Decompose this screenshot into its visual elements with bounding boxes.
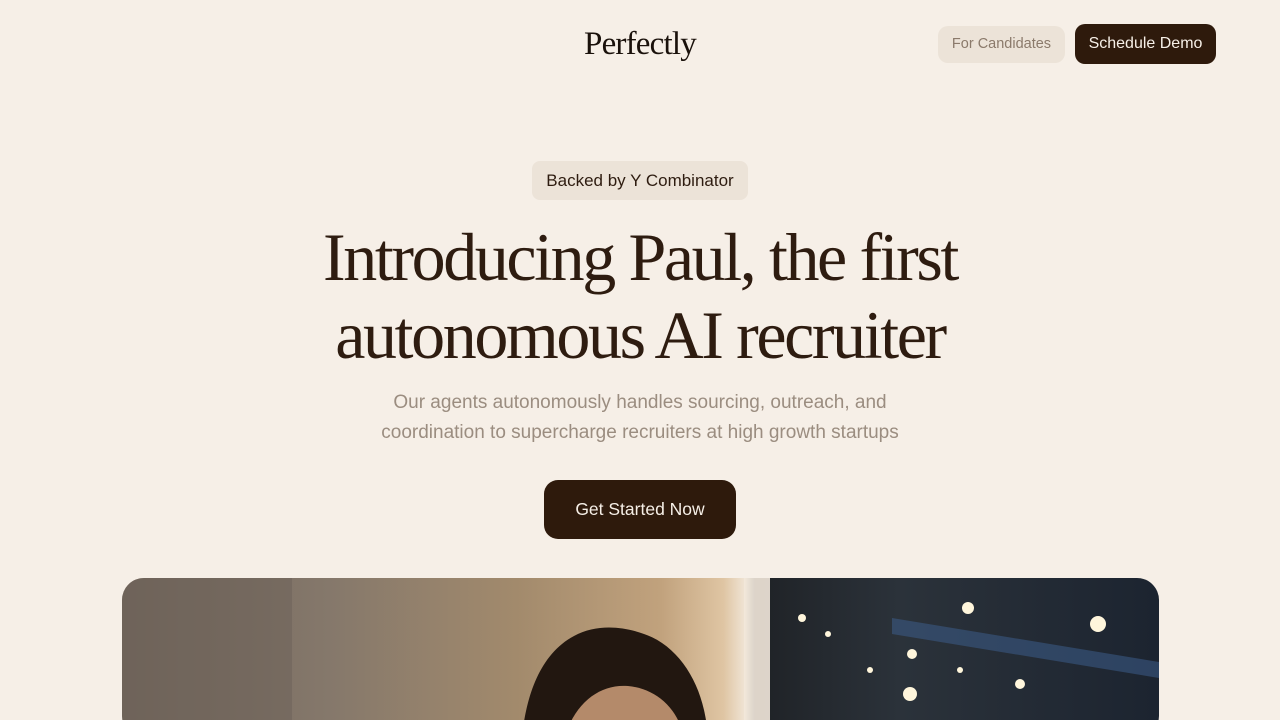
hero-photo xyxy=(122,578,1159,720)
hero-subheading: Our agents autonomously handles sourcing… xyxy=(360,388,920,448)
for-candidates-button[interactable]: For Candidates xyxy=(938,26,1065,63)
backed-by-badge: Backed by Y Combinator xyxy=(532,161,748,200)
doorframe xyxy=(744,578,770,720)
headline-line-2: autonomous AI recruiter xyxy=(335,297,947,373)
blue-light-streak xyxy=(892,618,1159,678)
get-started-button[interactable]: Get Started Now xyxy=(544,480,736,539)
schedule-demo-button[interactable]: Schedule Demo xyxy=(1075,24,1216,64)
hero-photo-illustration xyxy=(122,578,1159,720)
hero-headline: Introducing Paul, the first autonomous A… xyxy=(240,218,1040,374)
subhead-line-1: Our agents autonomously handles sourcing… xyxy=(393,392,887,413)
subhead-line-2: coordination to supercharge recruiters a… xyxy=(381,422,899,443)
headline-line-1: Introducing Paul, the first xyxy=(323,219,959,295)
wall-shadow xyxy=(122,578,292,720)
